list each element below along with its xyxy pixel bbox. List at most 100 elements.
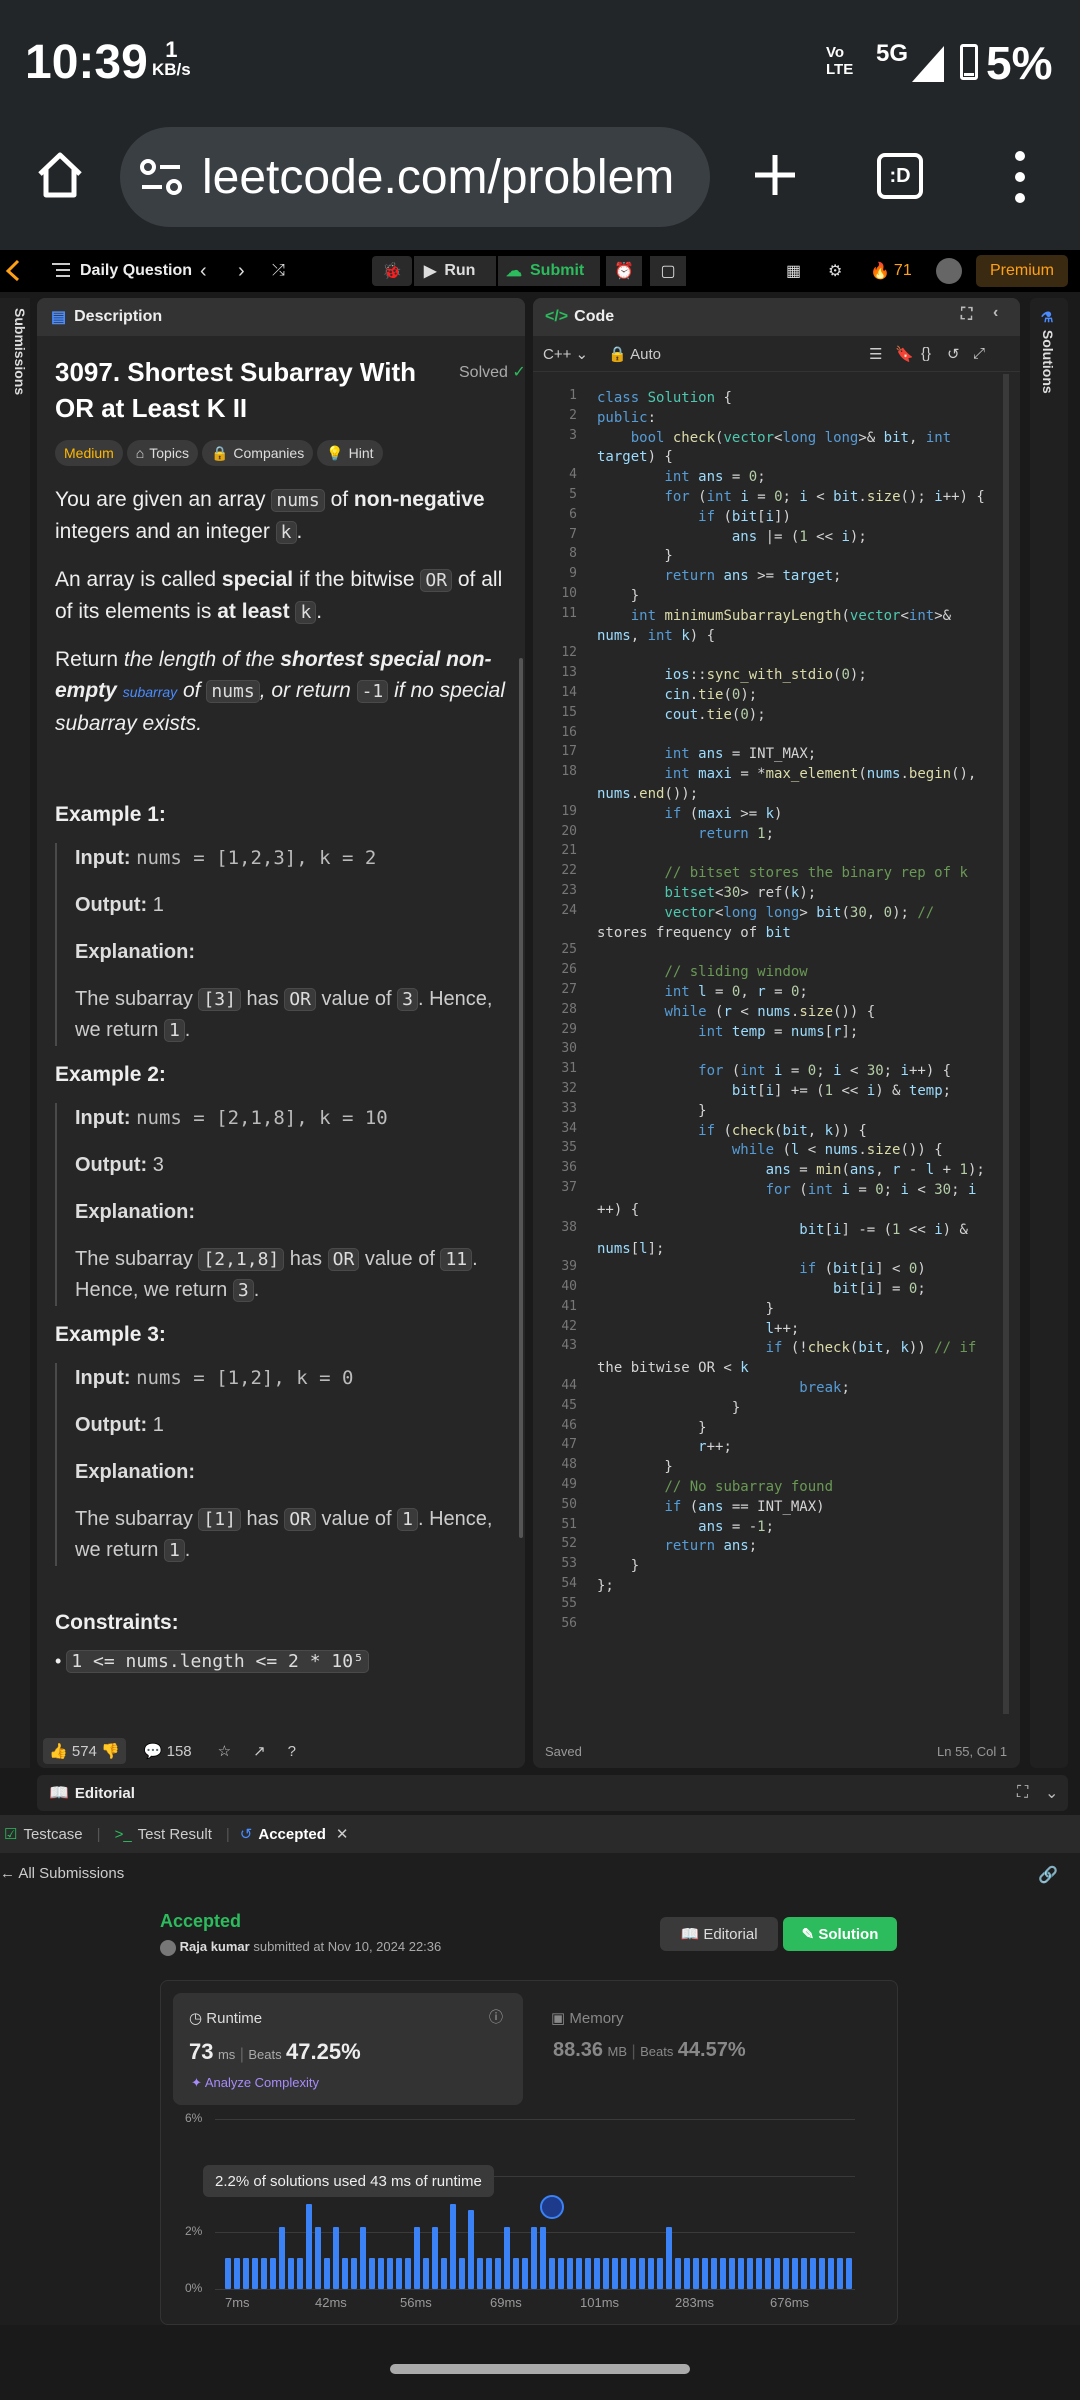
code-line[interactable]: while (r < nums.size()) {	[597, 1002, 1020, 1022]
chart-bar[interactable]	[729, 2257, 735, 2289]
chart-bar[interactable]	[513, 2257, 519, 2289]
new-tab-icon[interactable]	[750, 150, 800, 200]
code-line[interactable]: ios::sync_with_stdio(0);	[597, 665, 1020, 685]
tab-testcase[interactable]: Testcase	[23, 1826, 82, 1843]
code-tab[interactable]: Code	[574, 308, 614, 326]
chart-bar[interactable]	[441, 2257, 447, 2289]
chart-bar[interactable]	[603, 2257, 609, 2289]
code-line[interactable]: public:	[597, 408, 1020, 428]
chart-bar[interactable]	[261, 2257, 267, 2289]
chart-bar[interactable]	[387, 2257, 393, 2289]
chart-bar[interactable]	[846, 2257, 852, 2289]
tab-accepted[interactable]: Accepted	[258, 1826, 326, 1843]
code-line[interactable]: ans = min(ans, r - l + 1);	[597, 1160, 1020, 1180]
next-problem-icon[interactable]: ›	[238, 256, 245, 286]
info-icon[interactable]: ⓘ	[489, 2007, 503, 2027]
memory-label[interactable]: ▣ Memory	[551, 2009, 624, 2027]
code-line[interactable]: cin.tie(0);	[597, 685, 1020, 705]
code-line[interactable]: }	[597, 586, 1020, 606]
chart-bar[interactable]	[522, 2257, 528, 2289]
code-line[interactable]: int minimumSubarrayLength(vector<int>&	[597, 606, 1020, 626]
code-line[interactable]	[597, 645, 1020, 665]
code-line[interactable]: bool check(vector<long long>& bit, int	[597, 428, 1020, 448]
chart-bar[interactable]	[432, 2226, 438, 2289]
editorial-button[interactable]: 📖 Editorial	[660, 1917, 778, 1951]
runtime-card[interactable]: ◷ Runtime ⓘ 73 ms | Beats 47.25% ✦ Analy…	[173, 1993, 523, 2105]
chart-bar[interactable]	[621, 2257, 627, 2289]
code-line[interactable]: break;	[597, 1378, 1020, 1398]
chart-bar[interactable]	[486, 2257, 492, 2289]
code-line[interactable]: }	[597, 1418, 1020, 1438]
gesture-nav-pill[interactable]	[390, 2364, 690, 2374]
code-line[interactable]: int maxi = *max_element(nums.begin(),	[597, 764, 1020, 784]
notes-icon[interactable]: ▢	[650, 256, 686, 286]
problem-title[interactable]: 3097. Shortest Subarray With OR at Least…	[55, 354, 425, 426]
description-scrollbar[interactable]	[519, 658, 523, 1538]
premium-button[interactable]: Premium	[976, 255, 1068, 287]
chart-bar[interactable]	[360, 2226, 366, 2289]
debug-icon[interactable]: 🐞	[372, 256, 412, 286]
tab-switcher-icon[interactable]: :D	[877, 153, 923, 199]
code-line[interactable]: }	[597, 1299, 1020, 1319]
code-line[interactable]: int ans = 0;	[597, 467, 1020, 487]
chart-bar[interactable]	[495, 2257, 501, 2289]
chart-bar[interactable]	[405, 2257, 411, 2289]
solution-button[interactable]: ✎ Solution	[783, 1917, 897, 1951]
code-line[interactable]: target) {	[597, 447, 1020, 467]
timer-icon[interactable]: ⏰	[606, 256, 642, 286]
code-line[interactable]: for (int i = 0; i < bit.size(); i++) {	[597, 487, 1020, 507]
chart-bar[interactable]	[396, 2257, 402, 2289]
chart-bar[interactable]	[765, 2257, 771, 2289]
chart-bar[interactable]	[450, 2204, 456, 2289]
submit-button[interactable]: ☁ Submit	[498, 256, 600, 286]
comments-button[interactable]: 💬 158	[144, 1742, 192, 1760]
favorite-star-icon[interactable]: ☆	[218, 1742, 231, 1760]
chart-bar[interactable]	[351, 2257, 357, 2289]
code-line[interactable]	[597, 725, 1020, 745]
code-line[interactable]: r++;	[597, 1437, 1020, 1457]
chart-bar[interactable]	[738, 2257, 744, 2289]
prev-problem-icon[interactable]: ‹	[200, 256, 207, 286]
shuffle-icon[interactable]: ⤮	[272, 256, 285, 286]
chart-bar[interactable]	[333, 2226, 339, 2289]
code-line[interactable]: the bitwise OR < k	[597, 1358, 1020, 1378]
chart-bar[interactable]	[747, 2257, 753, 2289]
collapse-icon[interactable]: ‹	[993, 304, 998, 322]
chart-bar[interactable]	[675, 2257, 681, 2289]
chart-bar[interactable]	[828, 2257, 834, 2289]
chart-bar[interactable]	[243, 2257, 249, 2289]
chart-bar[interactable]	[468, 2209, 474, 2289]
code-line[interactable]: }	[597, 1101, 1020, 1121]
code-line[interactable]: bit[i] = 0;	[597, 1279, 1020, 1299]
share-icon[interactable]: ↗	[253, 1742, 266, 1760]
chart-bar[interactable]	[315, 2226, 321, 2289]
chart-bar[interactable]	[576, 2257, 582, 2289]
code-line[interactable]: }	[597, 1398, 1020, 1418]
help-icon[interactable]: ?	[288, 1743, 296, 1760]
chart-bar[interactable]	[252, 2257, 258, 2289]
problem-list-icon[interactable]	[52, 262, 70, 278]
code-line[interactable]: int temp = nums[r];	[597, 1022, 1020, 1042]
user-avatar[interactable]	[936, 258, 962, 284]
chart-bar[interactable]	[594, 2257, 600, 2289]
close-tab-icon[interactable]: ✕	[336, 1825, 349, 1843]
code-line[interactable]: }	[597, 1556, 1020, 1576]
code-line[interactable]: int l = 0, r = 0;	[597, 982, 1020, 1002]
description-tab[interactable]: Description	[74, 308, 162, 326]
chart-bar[interactable]	[756, 2257, 762, 2289]
chart-bar[interactable]	[630, 2257, 636, 2289]
code-line[interactable]: for (int i = 0; i < 30; i	[597, 1180, 1020, 1200]
chart-bar[interactable]	[810, 2257, 816, 2289]
code-line[interactable]: // No subarray found	[597, 1477, 1020, 1497]
hint-tag[interactable]: 💡 Hint	[317, 440, 383, 466]
code-line[interactable]: bit[i] -= (1 << i) &	[597, 1220, 1020, 1240]
code-line[interactable]: ans = -1;	[597, 1517, 1020, 1537]
chart-bar[interactable]	[234, 2257, 240, 2289]
editorial-bar[interactable]: 📖 Editorial ⛶ ⌄	[37, 1775, 1068, 1811]
code-line[interactable]: bitset<30> ref(k);	[597, 883, 1020, 903]
chart-bar[interactable]	[558, 2257, 564, 2289]
chart-bar[interactable]	[774, 2257, 780, 2289]
code-line[interactable]: cout.tie(0);	[597, 705, 1020, 725]
chart-bar[interactable]	[648, 2257, 654, 2289]
expand-icon[interactable]: ⛶	[1017, 1784, 1028, 1802]
